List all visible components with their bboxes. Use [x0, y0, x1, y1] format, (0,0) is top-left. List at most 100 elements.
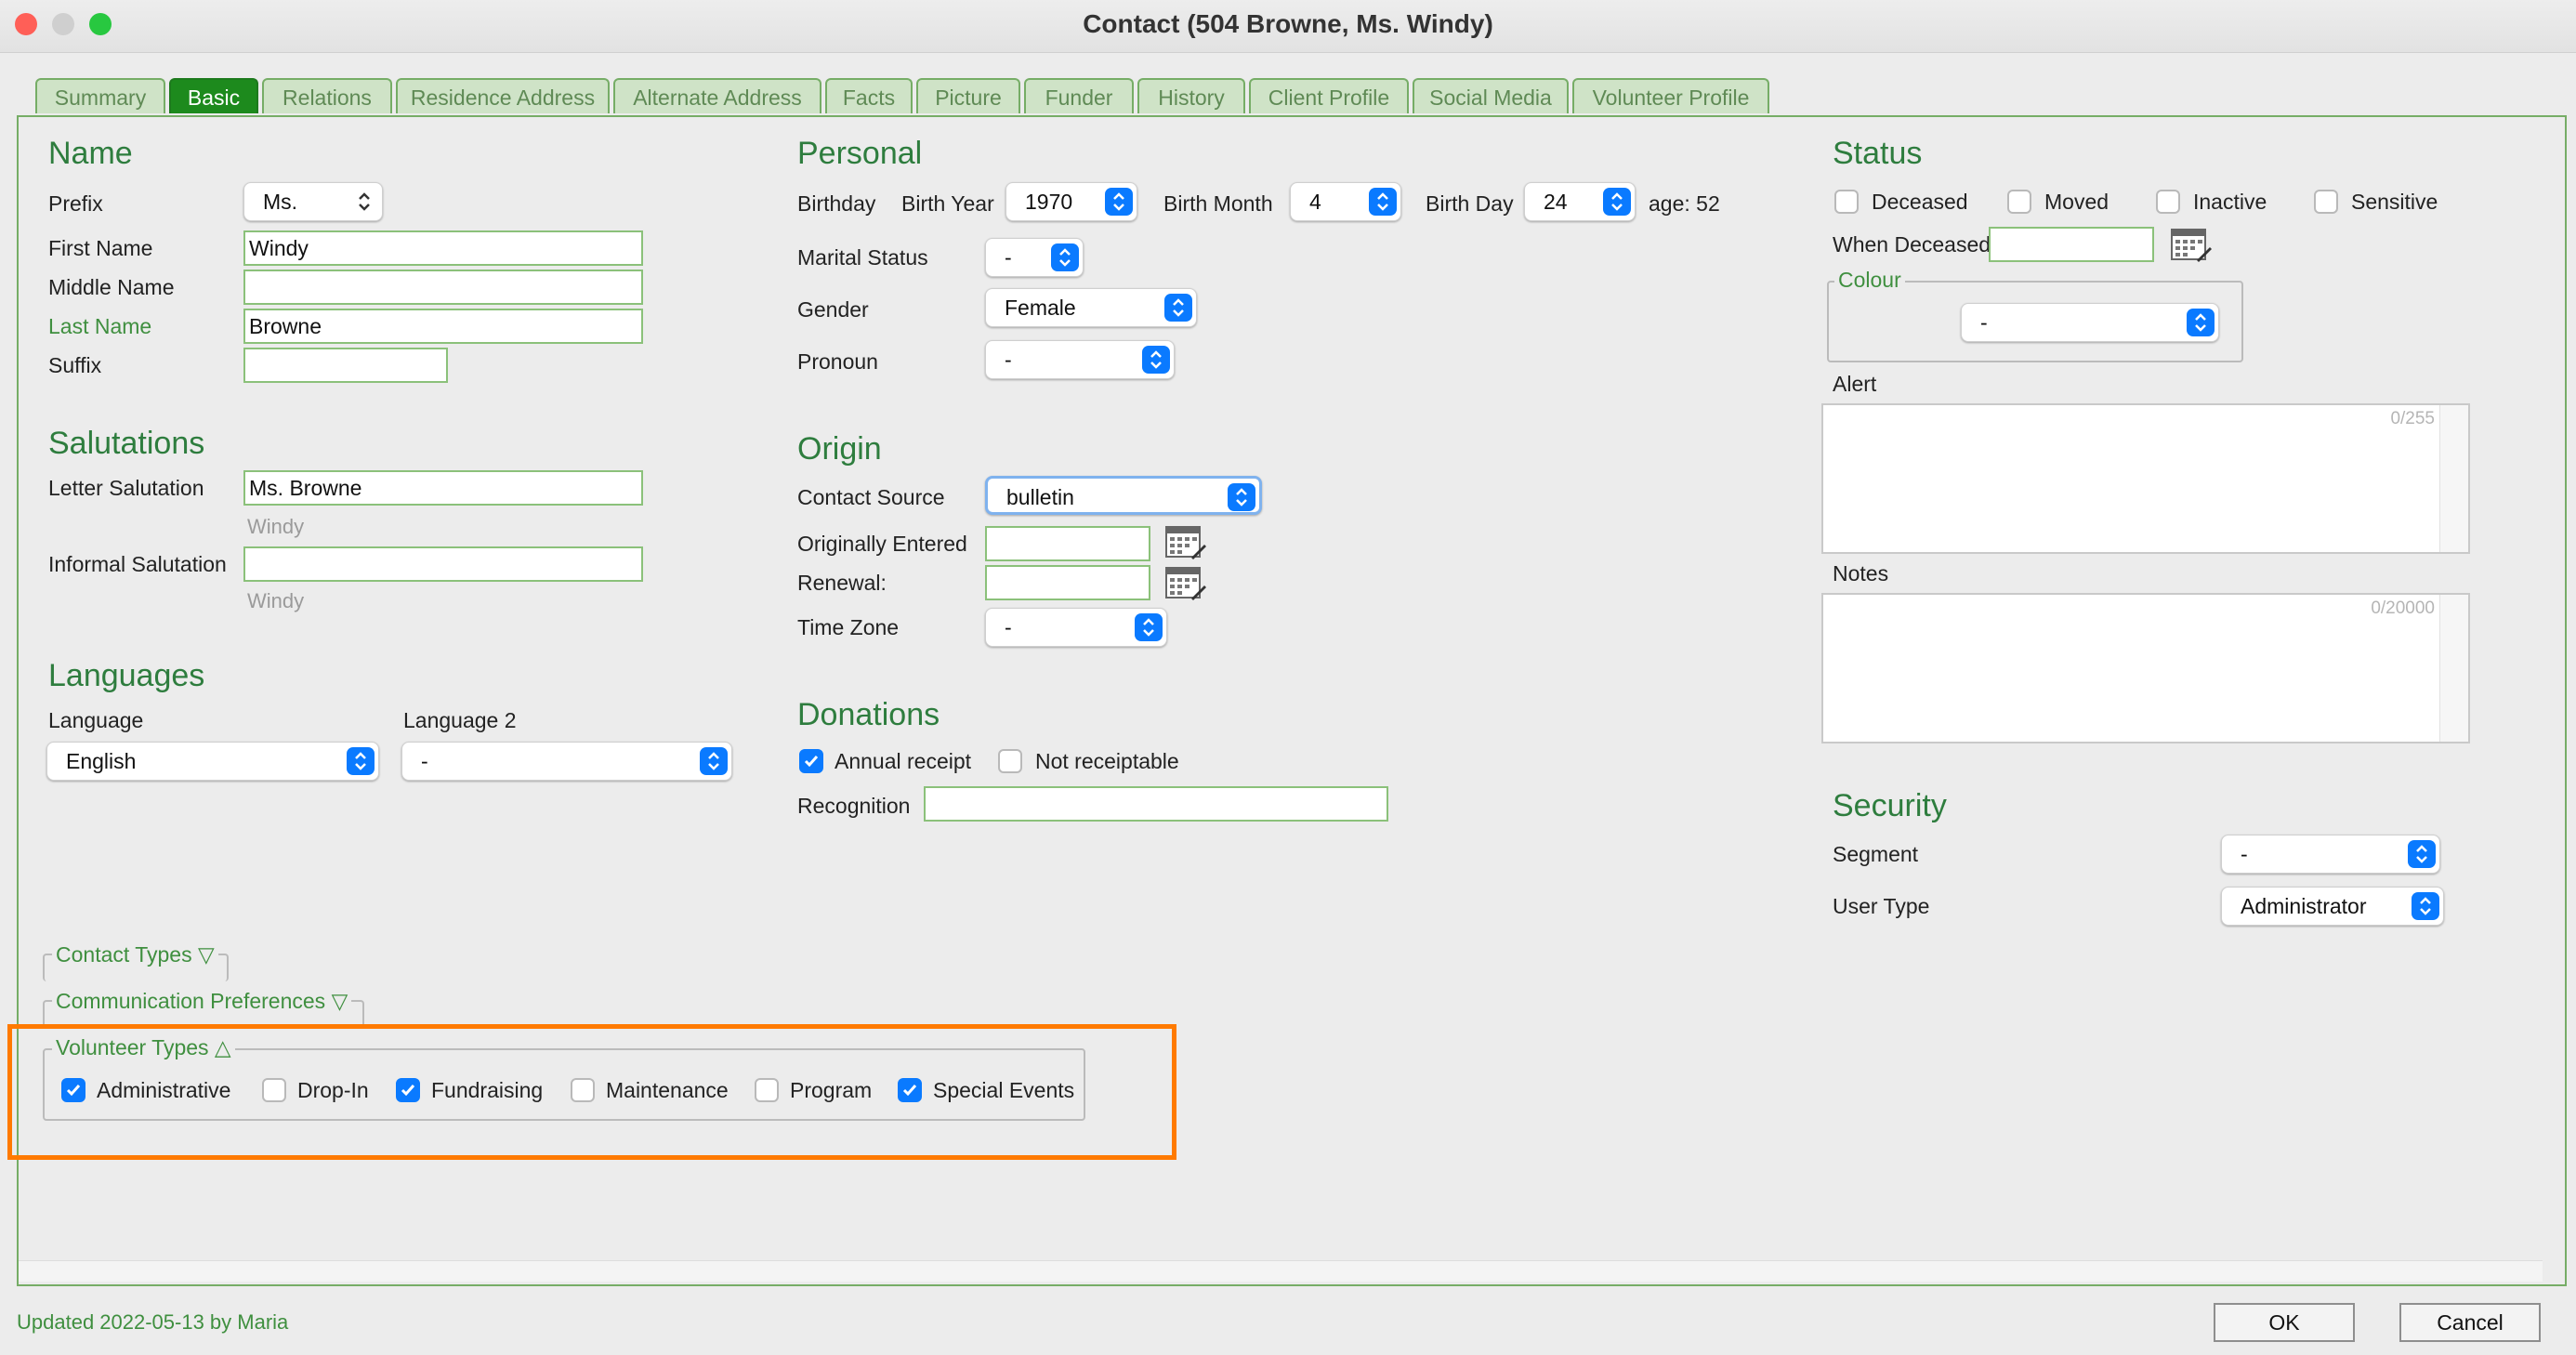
- birth-year-label: Birth Year: [901, 191, 994, 216]
- window-title: Contact (504 Browne, Ms. Windy): [1083, 9, 1493, 38]
- chevron-updown-icon: [1164, 294, 1192, 322]
- user-type-value: Administrator: [2241, 894, 2367, 918]
- suffix-field[interactable]: [243, 348, 448, 383]
- when-deceased-field[interactable]: [1989, 227, 2154, 262]
- chevron-updown-icon: [2412, 892, 2439, 920]
- volunteer-type-administrative-label: Administrative: [97, 1078, 231, 1102]
- user-type-select[interactable]: Administrator: [2221, 887, 2444, 926]
- salutations-heading: Salutations: [48, 426, 205, 461]
- alert-scrollbar[interactable]: [2439, 405, 2468, 552]
- volunteer-type-fundraising-checkbox[interactable]: [396, 1078, 420, 1102]
- gender-value: Female: [1005, 296, 1076, 320]
- calendar-icon[interactable]: [1165, 567, 1206, 600]
- letter-salutation-hint: Windy: [247, 515, 305, 538]
- tab-picture[interactable]: Picture: [916, 78, 1020, 113]
- chevron-updown-icon: [1051, 243, 1079, 271]
- marital-status-label: Marital Status: [797, 245, 928, 270]
- originally-entered-field[interactable]: [985, 526, 1150, 561]
- contact-source-label: Contact Source: [797, 485, 945, 509]
- chevron-updown-icon: [2408, 840, 2436, 868]
- inactive-label: Inactive: [2193, 190, 2267, 214]
- renewal-field[interactable]: [985, 565, 1150, 600]
- annual-receipt-checkbox[interactable]: [799, 749, 823, 773]
- language2-value: -: [421, 749, 428, 773]
- gender-select[interactable]: Female: [985, 288, 1197, 327]
- calendar-icon[interactable]: [1165, 526, 1206, 559]
- birth-year-value: 1970: [1025, 190, 1073, 214]
- notes-textarea[interactable]: 0/20000: [1821, 593, 2470, 743]
- segment-select[interactable]: -: [2221, 835, 2440, 874]
- chevron-updown-icon: [700, 747, 728, 775]
- tab-basic[interactable]: Basic: [169, 78, 258, 113]
- last-name-field[interactable]: Browne: [243, 309, 643, 344]
- not-receiptable-label: Not receiptable: [1035, 749, 1179, 773]
- volunteer-type-maintenance-label: Maintenance: [606, 1078, 729, 1102]
- birth-day-label: Birth Day: [1426, 191, 1514, 216]
- language2-select[interactable]: -: [401, 742, 732, 781]
- volunteer-type-special-events-label: Special Events: [933, 1078, 1075, 1102]
- prefix-label: Prefix: [48, 191, 103, 216]
- marital-status-select[interactable]: -: [985, 238, 1084, 277]
- colour-label: Colour: [1834, 268, 1905, 293]
- birth-month-select[interactable]: 4: [1290, 182, 1401, 221]
- calendar-icon[interactable]: [2171, 229, 2212, 262]
- contact-types-toggle[interactable]: Contact Types ▽: [52, 942, 218, 967]
- volunteer-type-maintenance-checkbox[interactable]: [571, 1078, 595, 1102]
- letter-salutation-field[interactable]: Ms. Browne: [243, 470, 643, 506]
- recognition-field[interactable]: [924, 786, 1388, 822]
- birth-year-select[interactable]: 1970: [1005, 182, 1137, 221]
- pronoun-select[interactable]: -: [985, 340, 1175, 379]
- middle-name-field[interactable]: [243, 270, 643, 305]
- moved-checkbox[interactable]: [2007, 190, 2031, 214]
- contact-source-select[interactable]: bulletin: [985, 476, 1262, 515]
- notes-label: Notes: [1833, 561, 1889, 585]
- moved-label: Moved: [2044, 190, 2109, 214]
- tab-client-profile[interactable]: Client Profile: [1249, 78, 1409, 113]
- updated-text: Updated 2022-05-13 by Maria: [17, 1310, 289, 1334]
- communication-preferences-toggle[interactable]: Communication Preferences ▽: [52, 989, 352, 1014]
- tab-facts[interactable]: Facts: [825, 78, 913, 113]
- tab-funder[interactable]: Funder: [1024, 78, 1134, 113]
- horizontal-scrollbar[interactable]: [19, 1260, 2543, 1282]
- volunteer-type-drop-in-checkbox[interactable]: [262, 1078, 286, 1102]
- prefix-select[interactable]: Ms.: [243, 182, 383, 221]
- chevron-updown-icon: [1369, 188, 1397, 216]
- gender-label: Gender: [797, 297, 869, 322]
- chevron-updown-icon: [1603, 188, 1631, 216]
- colour-value: -: [1980, 310, 1988, 335]
- first-name-field[interactable]: Windy: [243, 230, 643, 266]
- ok-button[interactable]: OK: [2214, 1303, 2355, 1342]
- birth-month-value: 4: [1309, 190, 1321, 214]
- security-heading: Security: [1833, 788, 1947, 823]
- tab-volunteer-profile[interactable]: Volunteer Profile: [1572, 78, 1769, 113]
- informal-salutation-label: Informal Salutation: [48, 552, 227, 576]
- languages-heading: Languages: [48, 658, 205, 693]
- tab-residence-address[interactable]: Residence Address: [396, 78, 610, 113]
- informal-salutation-field[interactable]: [243, 546, 643, 582]
- volunteer-types-toggle[interactable]: Volunteer Types △: [52, 1035, 235, 1060]
- volunteer-type-special-events-checkbox[interactable]: [898, 1078, 922, 1102]
- tab-summary[interactable]: Summary: [35, 78, 165, 113]
- volunteer-type-program-label: Program: [790, 1078, 873, 1102]
- deceased-checkbox[interactable]: [1834, 190, 1859, 214]
- birth-day-select[interactable]: 24: [1524, 182, 1636, 221]
- notes-scrollbar[interactable]: [2439, 595, 2468, 742]
- tab-relations[interactable]: Relations: [262, 78, 392, 113]
- colour-select[interactable]: -: [1961, 303, 2219, 342]
- alert-textarea[interactable]: 0/255: [1821, 403, 2470, 554]
- deceased-label: Deceased: [1872, 190, 1968, 214]
- tab-social-media[interactable]: Social Media: [1413, 78, 1569, 113]
- volunteer-type-administrative-checkbox[interactable]: [61, 1078, 85, 1102]
- inactive-checkbox[interactable]: [2156, 190, 2180, 214]
- cancel-button[interactable]: Cancel: [2399, 1303, 2541, 1342]
- sensitive-checkbox[interactable]: [2314, 190, 2338, 214]
- last-name-label: Last Name: [48, 314, 152, 338]
- language-select[interactable]: English: [46, 742, 379, 781]
- not-receiptable-checkbox[interactable]: [998, 749, 1022, 773]
- tab-history[interactable]: History: [1137, 78, 1245, 113]
- volunteer-type-program-checkbox[interactable]: [755, 1078, 779, 1102]
- tab-alternate-address[interactable]: Alternate Address: [613, 78, 821, 113]
- time-zone-select[interactable]: -: [985, 608, 1167, 647]
- volunteer-type-fundraising-label: Fundraising: [431, 1078, 544, 1102]
- donations-heading: Donations: [797, 697, 940, 732]
